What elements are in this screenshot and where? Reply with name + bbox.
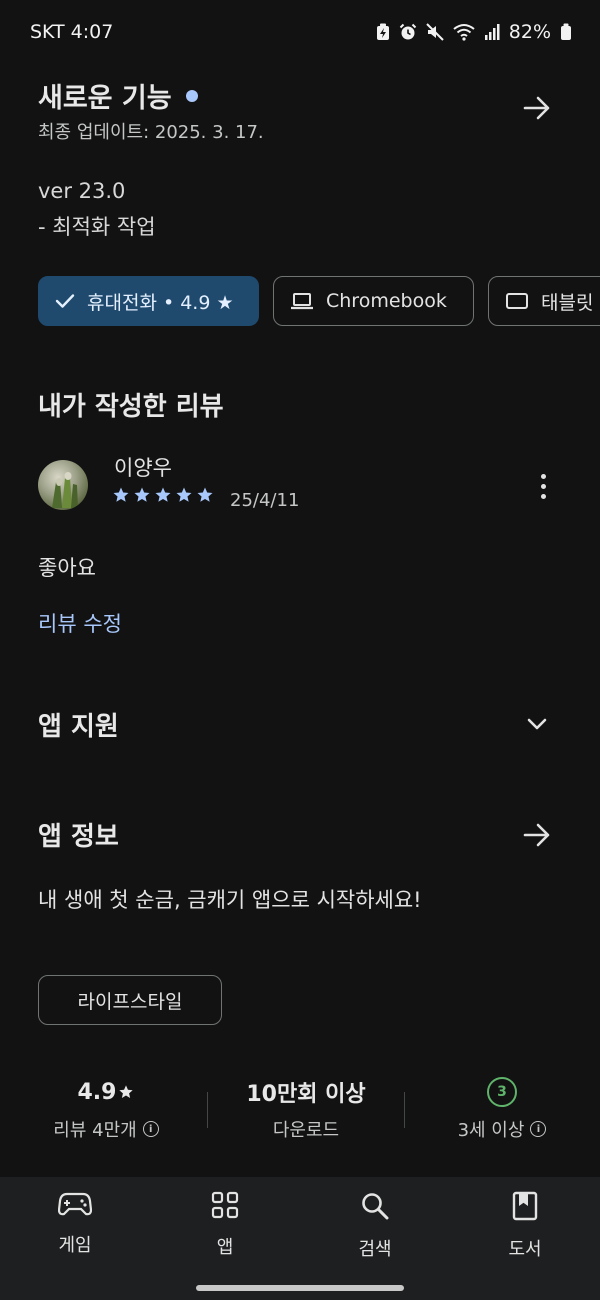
alarm-icon: [399, 23, 417, 41]
book-icon: [512, 1191, 538, 1221]
more-vert-icon-dot: [540, 473, 546, 479]
arrow-right-icon: [523, 823, 550, 847]
age-rating-stat[interactable]: 3 3세 이상 i: [412, 1076, 592, 1142]
stats-divider: [404, 1092, 405, 1128]
nav-books-label: 도서: [508, 1239, 542, 1260]
nav-apps-label: 앱: [216, 1237, 234, 1258]
check-icon: [55, 294, 75, 308]
nav-games-label: 게임: [58, 1235, 92, 1256]
release-notes: ver 23.0 - 최적화 작업: [38, 173, 156, 245]
nav-search[interactable]: 검색: [325, 1191, 425, 1261]
whats-new-title-text: 새로운 기능: [38, 83, 172, 114]
review-date: 25/4/11: [230, 490, 300, 511]
whats-new-title: 새로운 기능: [38, 76, 198, 115]
battery-icon: [560, 23, 572, 41]
signal-icon: [484, 23, 500, 41]
review-text: 좋아요: [38, 556, 96, 580]
gamepad-icon: [58, 1192, 92, 1216]
app-info-title: 앱 정보: [38, 822, 119, 852]
nav-books[interactable]: 도서: [475, 1191, 575, 1261]
bottom-navigation: 게임 앱 검색 도서: [0, 1177, 600, 1300]
star-icon: [113, 487, 129, 502]
age-rating-label: 3세 이상: [457, 1120, 525, 1141]
last-updated-date: 최종 업데이트: 2025. 3. 17.: [38, 122, 264, 143]
app-support-expand-button[interactable]: [517, 704, 557, 744]
star-icon: [119, 1085, 134, 1098]
star-icon: [155, 487, 171, 502]
downloads-value: 10만회 이상: [246, 1082, 366, 1107]
app-info-arrow-button[interactable]: [517, 815, 557, 855]
downloads-stat: 10만회 이상 다운로드: [216, 1076, 396, 1142]
review-star-rating: [112, 486, 214, 504]
release-note-item: - 최적화 작업: [38, 215, 156, 239]
nav-games[interactable]: 게임: [25, 1191, 125, 1257]
star-icon: [176, 487, 192, 502]
chip-tablet[interactable]: 태블릿: [488, 276, 600, 326]
release-note-version: ver 23.0: [38, 179, 126, 203]
battery-percent: 82%: [508, 21, 551, 43]
apps-grid-icon: [211, 1191, 239, 1219]
downloads-label: 다운로드: [272, 1120, 340, 1141]
chip-phone-label: 휴대전화 • 4.9 ★: [87, 291, 234, 314]
star-icon: [197, 487, 213, 502]
wifi-icon: [453, 23, 475, 41]
category-chip[interactable]: 라이프스타일: [38, 975, 222, 1025]
carrier-label: SKT: [30, 21, 65, 43]
my-review-title: 내가 작성한 리뷰: [38, 392, 224, 422]
laptop-icon: [291, 293, 313, 310]
review-more-options-button[interactable]: [526, 466, 560, 506]
reviewer-name: 이양우: [114, 456, 172, 480]
stats-divider: [207, 1092, 208, 1128]
more-vert-icon-dot: [540, 493, 546, 499]
whats-new-arrow-button[interactable]: [517, 88, 557, 128]
arrow-right-icon: [523, 96, 550, 120]
clock: 4:07: [70, 21, 114, 43]
star-icon: [134, 487, 150, 502]
app-stats-row: 4.9 리뷰 4만개 i 10만회 이상 다운로드 3 3세 이상 i: [0, 1076, 600, 1146]
info-icon: i: [142, 1121, 159, 1137]
home-gesture-bar[interactable]: [196, 1285, 404, 1291]
avatar: [38, 460, 88, 510]
rating-value: 4.9: [77, 1079, 117, 1105]
chip-phone[interactable]: 휴대전화 • 4.9 ★: [38, 276, 259, 326]
more-vert-icon-dot: [540, 483, 546, 489]
nav-search-label: 검색: [358, 1239, 392, 1260]
chevron-down-icon: [527, 718, 547, 730]
info-icon: i: [530, 1121, 547, 1137]
tablet-icon: [506, 293, 528, 309]
app-description: 내 생애 첫 순금, 금캐기 앱으로 시작하세요!: [38, 888, 422, 912]
rating-label: 리뷰 4만개: [53, 1120, 137, 1141]
chip-tablet-label: 태블릿: [541, 291, 594, 314]
device-filter-chips: 휴대전화 • 4.9 ★ Chromebook 태블릿: [38, 276, 600, 326]
chip-chromebook[interactable]: Chromebook: [273, 276, 474, 326]
battery-saver-icon: [376, 23, 390, 41]
chip-chromebook-label: Chromebook: [326, 290, 447, 312]
new-indicator-dot: [185, 89, 198, 102]
mute-icon: [426, 23, 444, 41]
nav-apps[interactable]: 앱: [175, 1191, 275, 1259]
app-support-title: 앱 지원: [38, 712, 119, 742]
rating-stat[interactable]: 4.9 리뷰 4만개 i: [16, 1076, 196, 1142]
search-icon: [362, 1193, 389, 1220]
status-bar: SKT 4:07 82%: [0, 0, 600, 64]
age-rating-badge: 3: [487, 1077, 517, 1107]
edit-review-link[interactable]: 리뷰 수정: [38, 608, 122, 638]
